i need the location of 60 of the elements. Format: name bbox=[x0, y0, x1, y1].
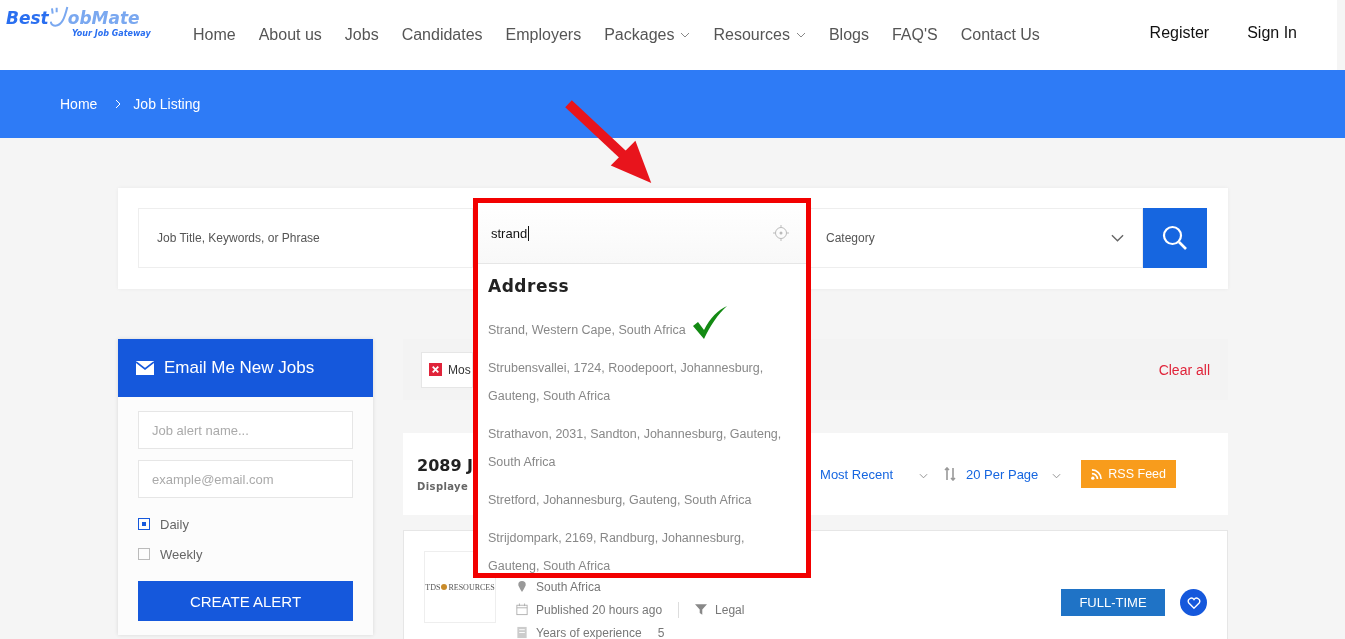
rss-icon bbox=[1091, 468, 1103, 480]
keywords-field[interactable]: Job Title, Keywords, or Phrase bbox=[139, 209, 472, 267]
sort-select[interactable]: Most Recent bbox=[820, 466, 929, 482]
heart-icon bbox=[1186, 596, 1201, 609]
address-suggestion[interactable]: Stretford, Johannesburg, Gauteng, South Africa bbox=[488, 486, 752, 514]
nav-link[interactable]: FAQ'S bbox=[891, 26, 938, 44]
filter-chip[interactable]: Mos bbox=[421, 351, 473, 388]
account-link[interactable]: Register bbox=[1149, 24, 1210, 42]
address-suggestion[interactable]: Strathavon, 2031, Sandton, Johannesburg, Gauteng, South Africa bbox=[488, 420, 796, 476]
account-link[interactable]: Sign In bbox=[1247, 24, 1297, 42]
nav-link[interactable]: Home bbox=[193, 26, 236, 44]
breadcrumb-link[interactable]: Home bbox=[60, 96, 98, 112]
address-suggestion[interactable]: Strubensvallei, 1724, Roodepoort, Johannesburg, Gauteng, South Africa bbox=[488, 354, 796, 410]
sort-icon bbox=[944, 467, 957, 481]
pin-icon bbox=[516, 580, 528, 593]
address-suggestion[interactable]: Strijdompark, 2169, Randburg, Johannesburg, Gauteng, South Africa bbox=[488, 524, 796, 573]
panel-title: Email Me New Jobs bbox=[164, 358, 315, 378]
published-date: Published 20 hours ago bbox=[536, 602, 663, 617]
radio-box[interactable] bbox=[138, 548, 150, 560]
frequency-label: Weekly bbox=[160, 546, 203, 562]
experience-value: 5 bbox=[657, 625, 665, 639]
job-type-badge: FULL-TIME bbox=[1061, 589, 1165, 616]
chevron-icon bbox=[115, 99, 122, 109]
alert-name-field[interactable]: Job alert name... bbox=[138, 411, 353, 449]
chevron-icon bbox=[1111, 234, 1124, 242]
search-button[interactable] bbox=[1143, 208, 1207, 268]
nav-link[interactable]: Employers bbox=[505, 26, 582, 44]
chevron-icon bbox=[1052, 473, 1062, 479]
create-alert-button[interactable]: CREATE ALERT bbox=[138, 581, 353, 621]
job-category: Legal bbox=[715, 602, 745, 617]
per-page-select[interactable]: 20 Per Page bbox=[966, 466, 1062, 482]
results-subtitle: Displaye bbox=[417, 481, 470, 492]
breadcrumb-link[interactable]: Job Listing bbox=[133, 96, 201, 112]
radio-box[interactable] bbox=[138, 518, 150, 530]
suggestions-heading: Address bbox=[488, 276, 571, 296]
address-suggestion[interactable]: Strand, Western Cape, South Africa bbox=[488, 316, 686, 344]
nav-link[interactable]: Packages bbox=[604, 26, 691, 44]
envelope-icon bbox=[136, 361, 154, 375]
clear-all-link[interactable]: Clear all bbox=[1158, 361, 1210, 378]
nav-link[interactable]: About us bbox=[258, 26, 322, 44]
frequency-label: Daily bbox=[160, 516, 189, 532]
results-count: 2089 J bbox=[417, 456, 473, 475]
nav-link[interactable]: Jobs bbox=[344, 26, 379, 44]
nav-link[interactable]: Candidates bbox=[401, 26, 483, 44]
favorite-button[interactable] bbox=[1180, 589, 1207, 616]
email-field[interactable]: example@email.com bbox=[138, 460, 353, 498]
chevron-icon bbox=[795, 32, 806, 38]
nav-link[interactable]: Blogs bbox=[828, 26, 869, 44]
calendar-icon bbox=[516, 603, 528, 616]
category-select[interactable]: Category bbox=[808, 208, 1143, 268]
chevron-icon bbox=[680, 32, 691, 38]
search-icon bbox=[1162, 225, 1188, 251]
nav-link[interactable]: Resources bbox=[713, 26, 806, 44]
experience-label: Years of experience bbox=[536, 625, 642, 639]
chevron-icon bbox=[919, 473, 929, 479]
filter-icon bbox=[695, 603, 708, 616]
remove-icon[interactable] bbox=[429, 363, 442, 376]
nav-link[interactable]: Contact Us bbox=[960, 26, 1040, 44]
job-location: South Africa bbox=[536, 579, 601, 594]
logo[interactable]: Best obMate Your Job Gateway bbox=[6, 4, 166, 44]
